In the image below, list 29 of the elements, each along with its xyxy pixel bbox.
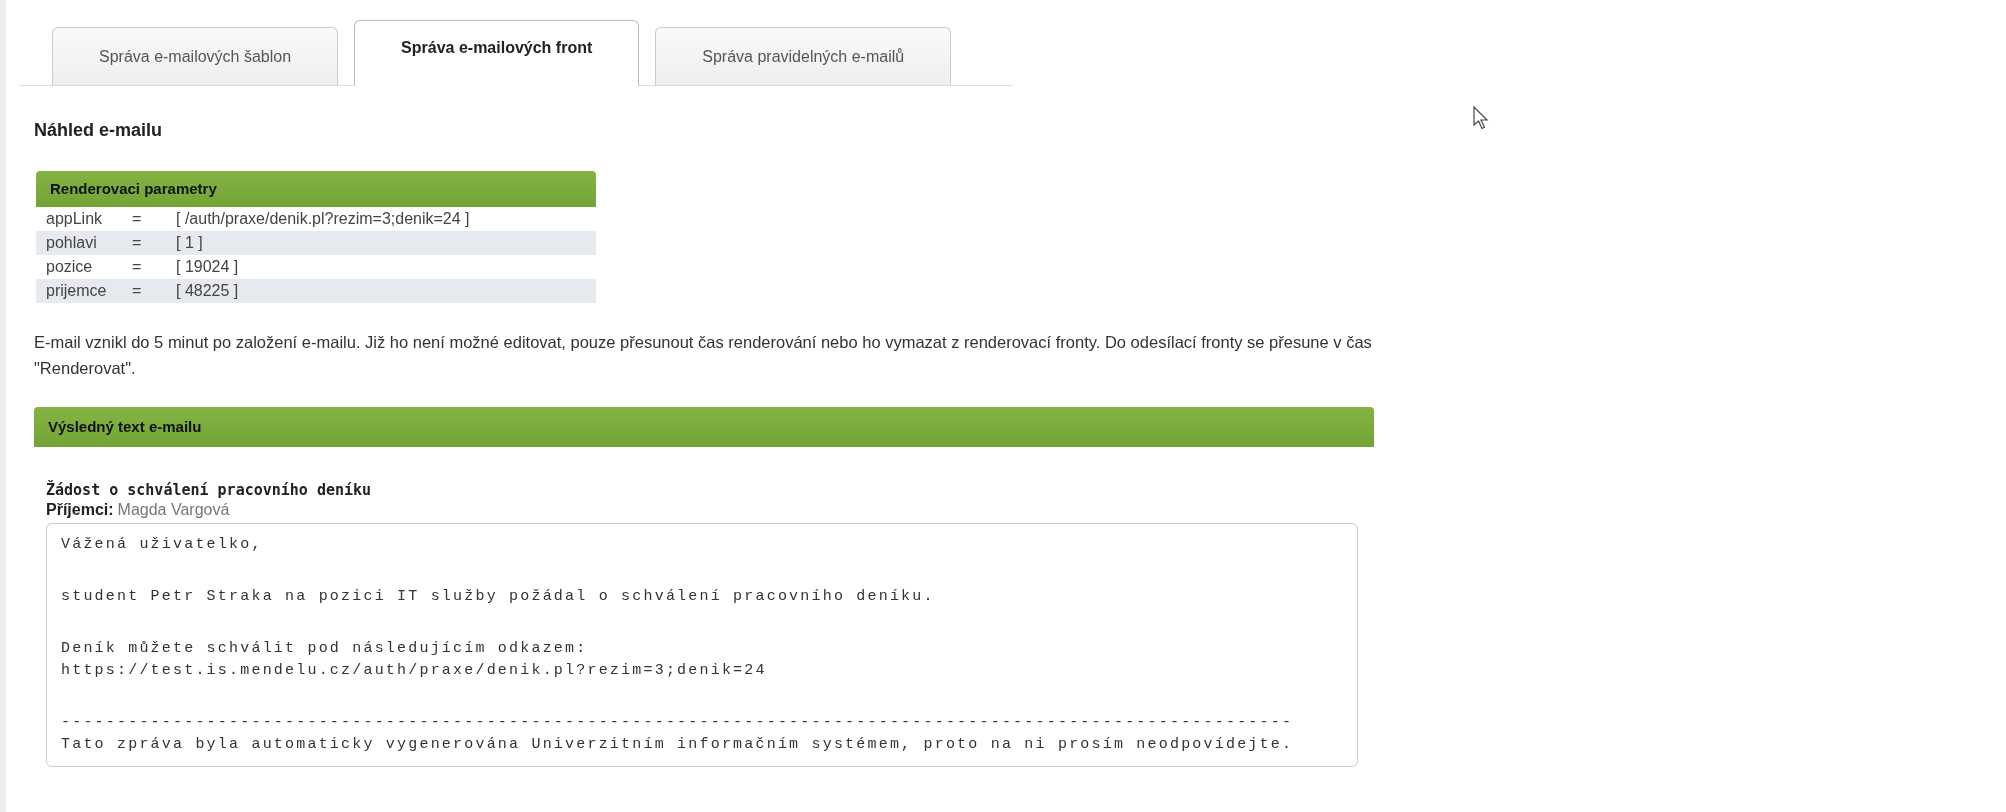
equals-sign: = bbox=[132, 209, 143, 229]
tab[interactable]: Správa e-mailových šablon bbox=[52, 27, 339, 85]
param-value: [ 48225 ] bbox=[176, 281, 239, 301]
recipient-label: Příjemci: bbox=[46, 501, 114, 518]
recipient-name: Magda Vargová bbox=[117, 501, 230, 518]
email-text-line: https://test.is.mendelu.cz/auth/praxe/denik.pl?rezim=3;denik=24 bbox=[61, 661, 768, 681]
equals-sign: = bbox=[132, 281, 143, 301]
email-text-line: Tato zpráva byla automaticky vygenerována Univerzitním informačním systémem, proto na ni prosím neodpovídejte. bbox=[61, 735, 1295, 755]
email-text-line: -------------------------------------------------------------------------------------------------------------- bbox=[61, 713, 1295, 733]
email-subject: Žádost o schválení pracovního deníku bbox=[46, 481, 373, 499]
tab[interactable]: Správa e-mailových front bbox=[354, 20, 640, 86]
param-value: [ 19024 ] bbox=[176, 257, 239, 277]
section-heading: Náhled e-mailu bbox=[34, 120, 164, 141]
param-name: prijemce bbox=[46, 281, 108, 301]
equals-sign: = bbox=[132, 233, 143, 253]
info-text: E-mail vznikl do 5 minut po založení e-mailu. Již ho není možné editovat, pouze přesunout čas renderování nebo ho vymazat z renderovací fronty. Do odesílací fronty se přesune v čas "Renderovat". bbox=[34, 332, 1373, 379]
panel-header: Renderovaci parametry bbox=[36, 171, 596, 207]
panel-header: Výsledný text e-mailu bbox=[34, 407, 1374, 447]
param-name: pohlavi bbox=[46, 233, 98, 253]
param-name: appLink bbox=[46, 209, 104, 229]
mouse-cursor-icon bbox=[1473, 106, 1489, 130]
param-value: [ /auth/praxe/denik.pl?rezim=3;denik=24 ] bbox=[176, 209, 470, 229]
param-name: pozice bbox=[46, 257, 94, 277]
email-text-line: student Petr Straka na pozici IT služby požádal o schválení pracovního deníku. bbox=[61, 587, 936, 607]
tab[interactable]: Správa pravidelných e-mailů bbox=[655, 27, 952, 85]
param-value: [ 1 ] bbox=[176, 233, 203, 253]
email-text-line: Deník můžete schválit pod následujícím odkazem: bbox=[61, 639, 589, 659]
email-text-line: Vážená uživatelko, bbox=[61, 535, 264, 555]
equals-sign: = bbox=[132, 257, 143, 277]
